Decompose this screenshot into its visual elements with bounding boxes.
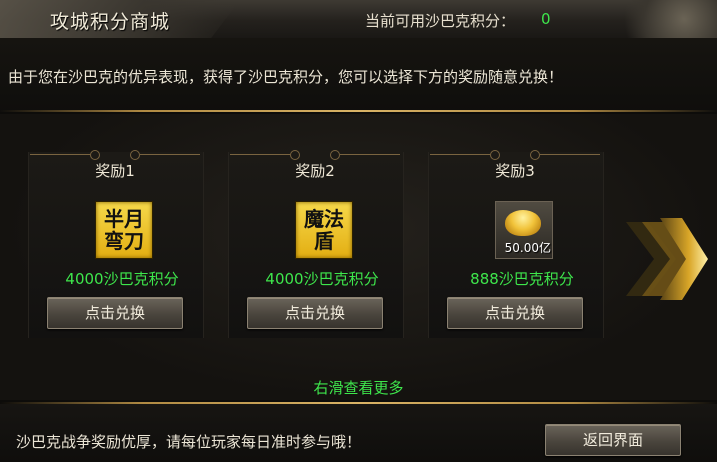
magic-shield-icon: 魔法盾 xyxy=(295,201,353,259)
reward-item-slot[interactable]: 50.00亿 xyxy=(493,199,553,259)
scroll-hint: 右滑查看更多 xyxy=(313,379,404,397)
redeem-button[interactable]: 点击兑换 xyxy=(47,297,183,329)
reward-title: 奖励3 xyxy=(495,162,535,180)
gold-amount: 50.00亿 xyxy=(504,241,551,255)
reward-card: 奖励3 50.00亿 888沙巴克积分 点击兑换 xyxy=(422,138,608,338)
back-button[interactable]: 返回界面 xyxy=(545,424,681,456)
exchange-window: 攻城积分商城 当前可用沙巴克积分： 0 由于您在沙巴克的优异表现，获得了沙巴克积… xyxy=(0,0,717,462)
footer-message: 沙巴克战争奖励优厚，请每位玩家每日准时参与哦！ xyxy=(16,433,362,451)
gold-ingot-slot: 50.00亿 xyxy=(495,201,553,259)
reward-item-slot[interactable]: 半月弯刀 xyxy=(93,199,153,259)
reward-item-slot[interactable]: 魔法盾 xyxy=(293,199,353,259)
intro-text: 由于您在沙巴克的优异表现，获得了沙巴克积分，您可以选择下方的奖励随意兑换！ xyxy=(8,68,564,86)
score-label: 当前可用沙巴克积分： xyxy=(365,12,516,30)
score-value: 0 xyxy=(541,10,551,28)
reward-cost: 4000沙巴克积分 xyxy=(65,270,179,288)
title-bar: 攻城积分商城 当前可用沙巴克积分： 0 xyxy=(0,0,717,39)
divider-top xyxy=(0,110,717,112)
next-page-arrow-icon[interactable] xyxy=(622,214,710,304)
reward-title: 奖励2 xyxy=(295,162,335,180)
gold-ingot-icon xyxy=(505,210,541,236)
corner-ornament-icon xyxy=(607,0,717,38)
reward-title: 奖励1 xyxy=(95,162,135,180)
reward-card: 奖励1 半月弯刀 4000沙巴克积分 点击兑换 xyxy=(22,138,208,338)
redeem-button[interactable]: 点击兑换 xyxy=(247,297,383,329)
reward-cost: 888沙巴克积分 xyxy=(470,270,574,288)
window-title: 攻城积分商城 xyxy=(50,11,171,33)
redeem-button[interactable]: 点击兑换 xyxy=(447,297,583,329)
reward-card: 奖励2 魔法盾 4000沙巴克积分 点击兑换 xyxy=(222,138,408,338)
reward-cost: 4000沙巴克积分 xyxy=(265,270,379,288)
half-moon-blade-icon: 半月弯刀 xyxy=(95,201,153,259)
